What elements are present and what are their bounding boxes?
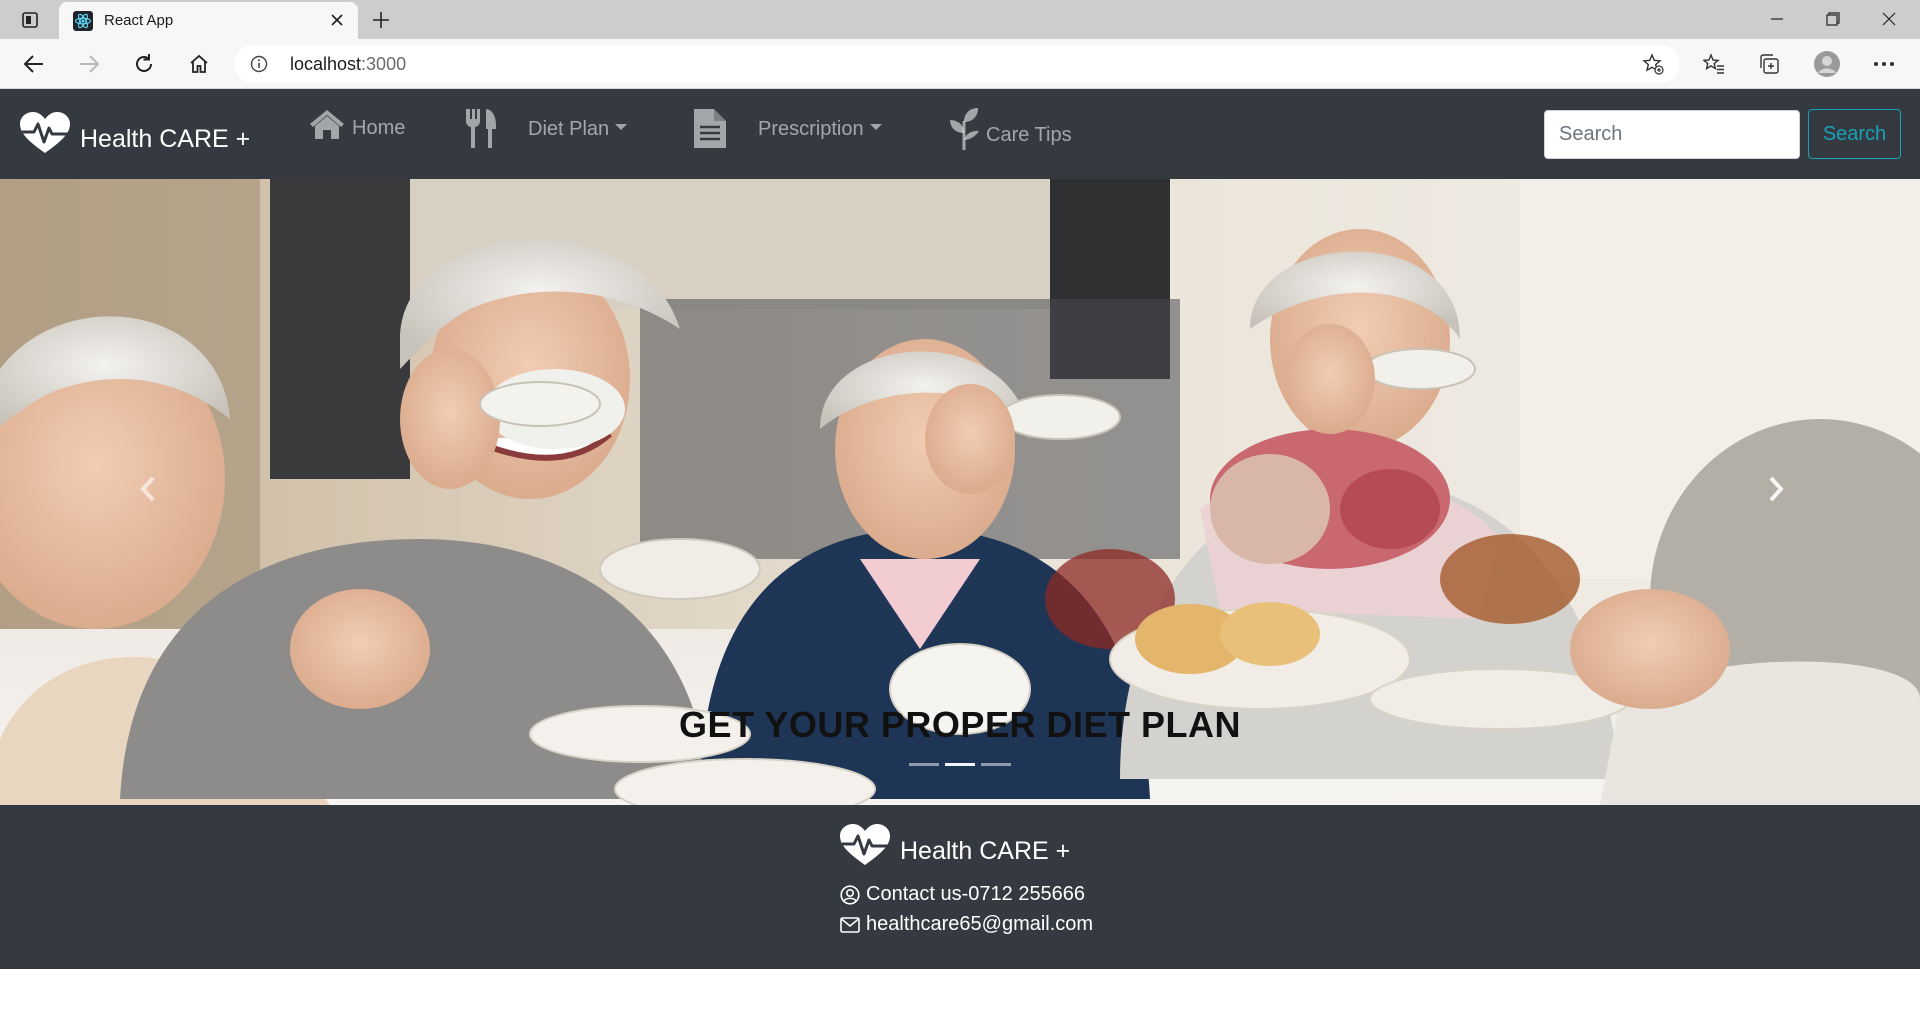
close-window-icon[interactable] (1866, 4, 1912, 34)
nav-prescription[interactable]: Prescription (692, 107, 882, 149)
home-icon (310, 109, 344, 139)
app-navbar: Health CARE + Home Diet Plan Prescriptio… (0, 89, 1920, 179)
hero-caption: GET YOUR PROPER DIET PLAN (679, 704, 1241, 745)
browser-toolbar: localhost:3000 (0, 39, 1920, 89)
navbar-brand[interactable]: Health CARE + (18, 111, 250, 155)
react-favicon-icon (73, 11, 93, 31)
url-host: localhost (290, 54, 362, 74)
envelope-icon (840, 916, 860, 933)
nav-diet-plan-label: Diet Plan (528, 117, 610, 140)
url-port: :3000 (361, 54, 407, 74)
tab-title: React App (104, 12, 174, 29)
utensils-icon (466, 109, 496, 148)
hero-carousel: GET YOUR PROPER DIET PLAN (0, 179, 1920, 805)
brand-name: Health CARE + (80, 124, 251, 153)
carousel-prev-icon[interactable] (128, 469, 168, 509)
footer-email: healthcare65@gmail.com (840, 913, 1093, 936)
reload-icon[interactable] (128, 49, 160, 79)
browser-tabstrip: React App (0, 0, 1920, 39)
favorites-icon[interactable] (1698, 49, 1730, 79)
carousel-indicator[interactable] (981, 763, 1011, 766)
minimize-icon[interactable] (1754, 4, 1800, 34)
chevron-down-icon (615, 124, 628, 130)
home-browser-icon[interactable] (183, 49, 215, 79)
add-favorite-icon[interactable] (1642, 53, 1664, 75)
profile-avatar-icon[interactable] (1811, 49, 1843, 79)
nav-prescription-label: Prescription (758, 117, 864, 140)
collections-icon[interactable] (1753, 49, 1785, 79)
restore-icon[interactable] (1810, 4, 1856, 34)
nav-care-tips-label: Care Tips (986, 123, 1072, 146)
file-icon (694, 109, 726, 148)
user-circle-icon (840, 884, 860, 905)
footer-brand: Health CARE + (838, 823, 1070, 867)
nav-diet-plan[interactable]: Diet Plan (464, 107, 628, 149)
address-bar[interactable]: localhost:3000 (234, 45, 1680, 83)
footer-brand-name: Health CARE + (900, 836, 1071, 865)
page-bottom-area (0, 969, 1920, 1033)
heartbeat-icon (20, 112, 70, 153)
new-tab-icon[interactable] (369, 8, 393, 32)
carousel-indicators (0, 763, 1920, 766)
chevron-down-icon (869, 124, 882, 130)
carousel-next-icon[interactable] (1756, 469, 1796, 509)
seedling-icon (950, 108, 979, 150)
tab-actions-icon[interactable] (16, 8, 44, 32)
footer-contact-text: Contact us-0712 255666 (866, 883, 1086, 905)
url-text[interactable]: localhost:3000 (290, 54, 406, 75)
close-tab-icon[interactable] (328, 11, 346, 29)
footer: Health CARE + Contact us-0712 255666 hea… (0, 805, 1920, 969)
nav-home[interactable]: Home (308, 107, 405, 140)
more-options-icon[interactable] (1868, 49, 1900, 79)
carousel-indicator[interactable] (909, 763, 939, 766)
footer-contact: Contact us-0712 255666 (840, 883, 1085, 906)
info-icon[interactable] (250, 55, 268, 73)
browser-tab[interactable]: React App (59, 2, 358, 39)
back-icon[interactable] (18, 49, 50, 79)
search-input[interactable] (1544, 110, 1800, 159)
footer-email-text[interactable]: healthcare65@gmail.com (866, 913, 1093, 936)
heartbeat-icon (840, 824, 890, 865)
carousel-indicator[interactable] (945, 763, 975, 766)
nav-home-label: Home (352, 117, 406, 139)
nav-care-tips[interactable]: Care Tips (948, 107, 1072, 151)
forward-icon[interactable] (73, 49, 105, 79)
search-button[interactable]: Search (1808, 109, 1901, 159)
